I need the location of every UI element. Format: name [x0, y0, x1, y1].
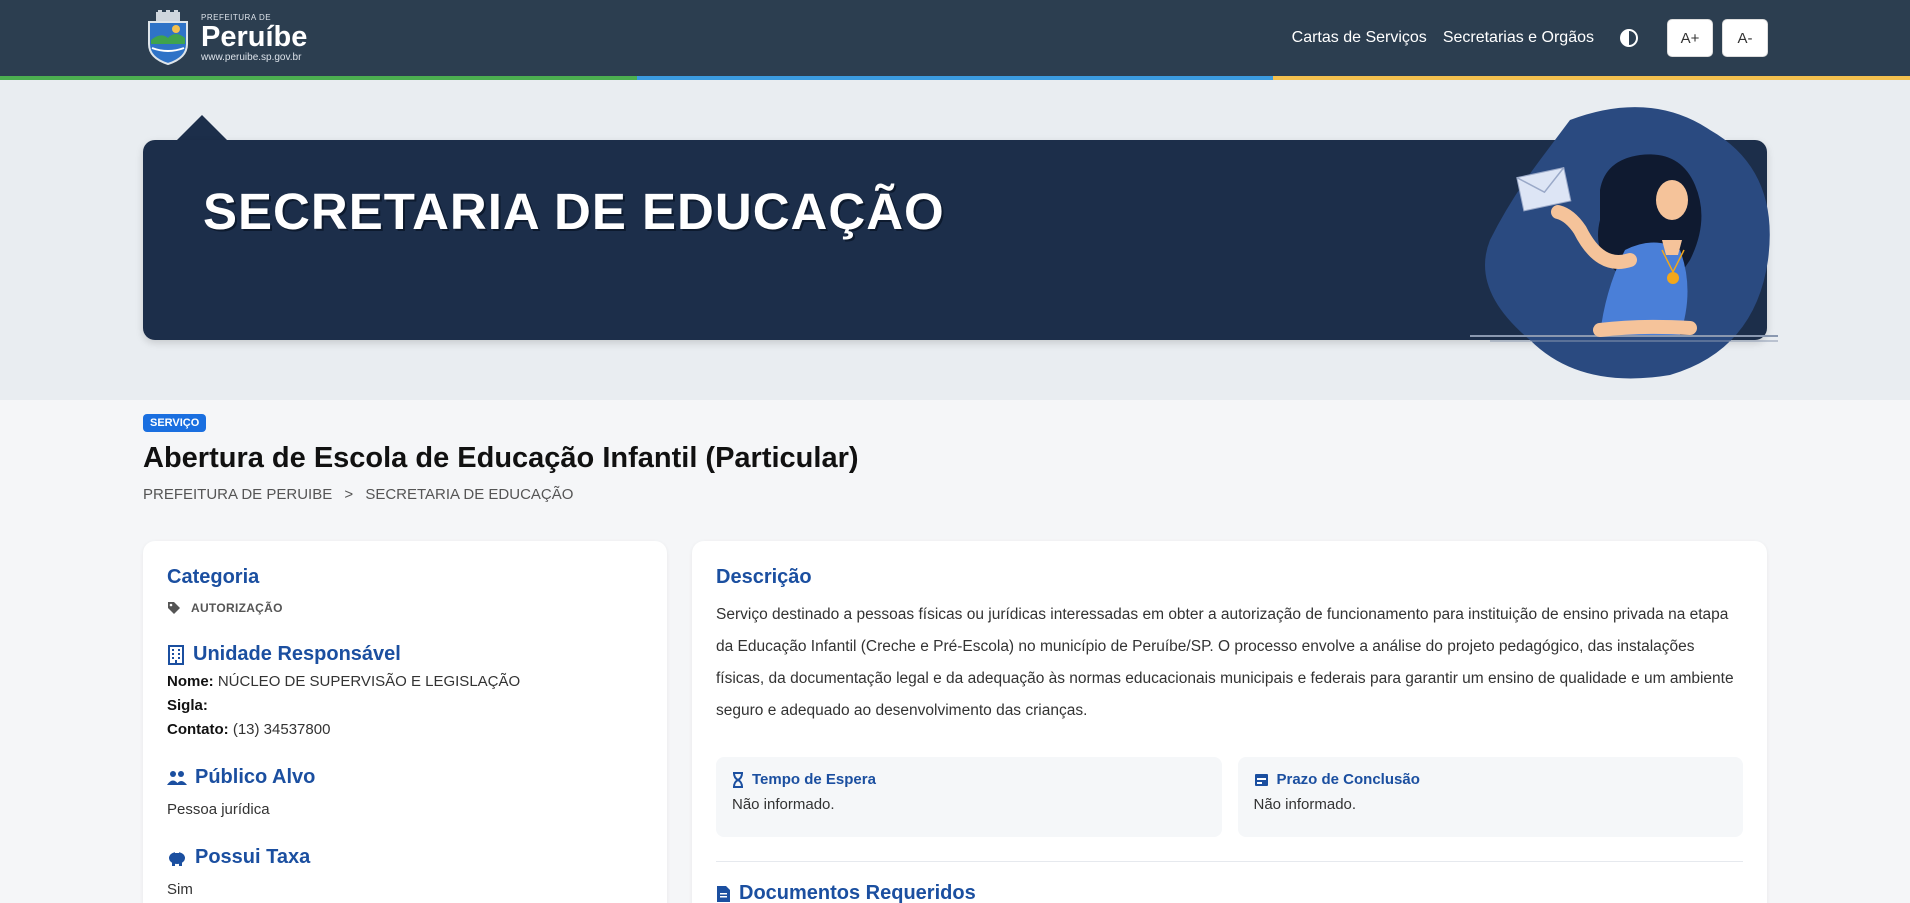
- document-icon: [717, 885, 730, 902]
- section-divider: [716, 861, 1743, 862]
- calendar-icon: [1254, 774, 1268, 786]
- wait-time-box: Tempo de Espera Não informado.: [716, 757, 1222, 837]
- service-info-card: Categoria AUTORIZAÇÃO Unidade Responsáve…: [143, 541, 667, 903]
- category-tag: AUTORIZAÇÃO: [167, 601, 643, 615]
- unit-contact: Contato: (13) 34537800: [167, 721, 643, 738]
- banner-title: SECRETARIA DE EDUCAÇÃO: [203, 183, 945, 240]
- prefeitura-logo[interactable]: PREFEITURA DE Peruíbe www.peruibe.sp.gov…: [143, 10, 307, 66]
- breadcrumb-secretaria[interactable]: SECRETARIA DE EDUCAÇÃO: [365, 486, 573, 503]
- banner-notch: [176, 115, 228, 141]
- logo-name: Peruíbe: [201, 20, 308, 53]
- fee-heading: Possui Taxa: [167, 846, 643, 869]
- building-icon: [168, 644, 184, 665]
- required-docs-label: Documentos Requeridos: [739, 882, 976, 903]
- service-title: Abertura de Escola de Educação Infantil …: [143, 442, 859, 474]
- wait-time-heading: Tempo de Espera: [752, 771, 876, 788]
- unit-contact-value: (13) 34537800: [232, 721, 331, 738]
- audience-heading: Público Alvo: [167, 766, 643, 789]
- unit-name: Nome: NÚCLEO DE SUPERVISÃO E LEGISLAÇÃO: [167, 673, 643, 690]
- unit-sigla: Sigla:: [167, 697, 643, 714]
- description-heading: Descrição: [716, 566, 1743, 589]
- font-increase-button[interactable]: A+: [1667, 19, 1713, 57]
- nav-cartas-servicos[interactable]: Cartas de Serviços: [1292, 29, 1427, 47]
- audience-heading-label: Público Alvo: [195, 766, 316, 788]
- unit-name-label: Nome:: [167, 673, 214, 690]
- breadcrumb: PREFEITURA DE PERUIBE > SECRETARIA DE ED…: [143, 486, 581, 503]
- category-value: AUTORIZAÇÃO: [191, 601, 283, 615]
- deadline-box: Prazo de Conclusão Não informado.: [1237, 757, 1743, 837]
- required-docs-heading: Documentos Requeridos: [716, 882, 1743, 903]
- fee-value: Sim: [167, 881, 193, 898]
- city-crest-icon: [148, 10, 188, 66]
- top-header: PREFEITURA DE Peruíbe www.peruibe.sp.gov…: [0, 0, 1910, 76]
- category-heading-label: Categoria: [167, 566, 260, 588]
- deadline-value: Não informado.: [1253, 796, 1357, 813]
- service-badge: SERVIÇO: [143, 414, 207, 432]
- users-icon: [167, 770, 187, 785]
- contrast-toggle-icon[interactable]: [1620, 29, 1638, 47]
- hourglass-icon: [733, 771, 743, 788]
- tag-icon: [168, 602, 180, 614]
- unit-heading: Unidade Responsável: [167, 643, 643, 666]
- wait-time-value: Não informado.: [732, 796, 835, 813]
- nav-secretarias-orgaos[interactable]: Secretarias e Orgãos: [1443, 29, 1594, 47]
- breadcrumb-prefeitura[interactable]: PREFEITURA DE PERUIBE: [143, 486, 332, 503]
- audience-value: Pessoa jurídica: [167, 801, 270, 818]
- woman-with-letter-illustration: [1470, 107, 1778, 379]
- main-nav: Cartas de Serviços Secretarias e Orgãos …: [1292, 19, 1768, 57]
- unit-name-value: NÚCLEO DE SUPERVISÃO E LEGISLAÇÃO: [217, 673, 521, 690]
- deadline-heading: Prazo de Conclusão: [1276, 771, 1420, 788]
- description-heading-label: Descrição: [716, 566, 812, 588]
- unit-heading-label: Unidade Responsável: [193, 643, 401, 665]
- logo-url: www.peruibe.sp.gov.br: [201, 51, 302, 63]
- piggy-bank-icon: [169, 850, 185, 866]
- unit-contact-label: Contato:: [167, 721, 229, 738]
- description-text: Serviço destinado a pessoas físicas ou j…: [716, 606, 1734, 719]
- font-decrease-button[interactable]: A-: [1722, 19, 1768, 57]
- fee-heading-label: Possui Taxa: [195, 846, 311, 868]
- service-detail-card: Descrição Serviço destinado a pessoas fí…: [692, 541, 1767, 903]
- category-heading: Categoria: [167, 566, 643, 589]
- unit-sigla-label: Sigla:: [167, 697, 208, 714]
- breadcrumb-separator: >: [344, 486, 354, 503]
